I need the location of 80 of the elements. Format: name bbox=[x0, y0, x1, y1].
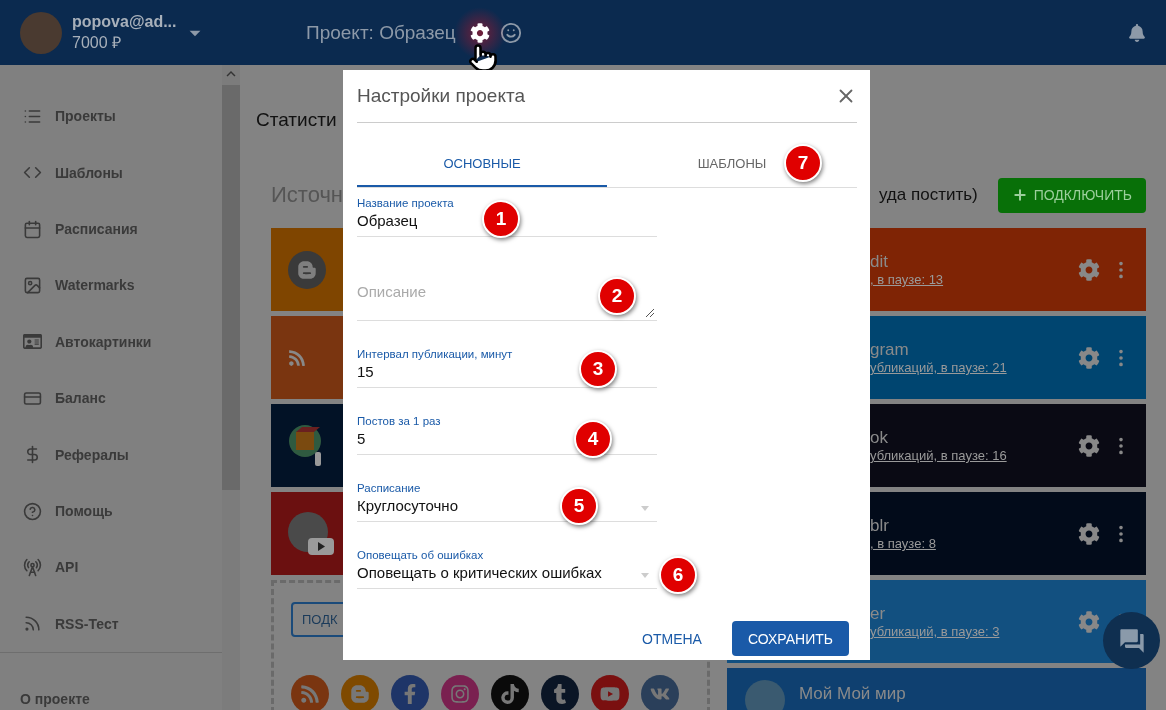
blogger-icon bbox=[288, 250, 326, 289]
help-icon bbox=[23, 501, 42, 521]
user-balance: 7000 ₽ bbox=[72, 32, 123, 53]
destination-title: gram bbox=[870, 340, 910, 360]
tab[interactable]: ОСНОВНЫЕ bbox=[357, 141, 607, 187]
input-field[interactable]: 15 bbox=[357, 361, 374, 383]
id-card-icon bbox=[23, 332, 42, 352]
avatar-with-video-badge-drawing bbox=[288, 511, 336, 556]
settings-icon[interactable] bbox=[1078, 434, 1100, 457]
settings-icon[interactable] bbox=[469, 22, 490, 43]
destination-title: dit bbox=[870, 252, 889, 272]
sidebar-item[interactable]: Баланс bbox=[0, 370, 222, 427]
field-label: Расписание bbox=[357, 481, 422, 495]
destination-title: er bbox=[870, 604, 887, 624]
face-icon[interactable] bbox=[499, 21, 522, 44]
save-button[interactable]: СОХРАНИТЬ bbox=[731, 621, 849, 656]
sidebar-item[interactable]: API bbox=[0, 539, 222, 596]
youtube-icon[interactable] bbox=[591, 675, 629, 710]
callout-number: 7 bbox=[784, 144, 822, 182]
connect-button[interactable]: ПОДКЛЮЧИТЬ bbox=[997, 177, 1146, 213]
sidebar-item[interactable]: Автокартинки bbox=[0, 313, 222, 371]
select-field[interactable]: Круглосуточно bbox=[357, 495, 458, 517]
sidebar-item[interactable]: Watermarks bbox=[0, 257, 222, 314]
plus-icon bbox=[1011, 187, 1028, 203]
blogger-icon[interactable] bbox=[341, 675, 379, 710]
textarea-field[interactable]: Описание 2 bbox=[357, 263, 657, 321]
destination-stats-link[interactable]: , в паузе: 13 bbox=[870, 272, 1078, 287]
destination-title: blr bbox=[870, 516, 890, 536]
sidebar-item[interactable]: Проекты bbox=[0, 88, 222, 145]
input-field[interactable]: Образец bbox=[357, 210, 418, 232]
field-label: Постов за 1 раз bbox=[357, 414, 442, 428]
tumblr-icon[interactable] bbox=[541, 675, 579, 710]
scrollbar-thumb[interactable] bbox=[222, 85, 240, 490]
callout-number: 3 bbox=[579, 350, 617, 388]
facebook-icon[interactable] bbox=[391, 675, 429, 710]
image-icon bbox=[23, 275, 42, 295]
destination-stats-link[interactable]: убликаций, в паузе: 21 bbox=[870, 360, 1078, 375]
settings-icon[interactable] bbox=[1078, 522, 1100, 545]
sidebar-item[interactable]: RSS-Тест bbox=[0, 595, 222, 653]
notification-bell-icon[interactable] bbox=[1128, 23, 1146, 42]
callout-number: 2 bbox=[598, 277, 636, 315]
instagram-icon[interactable] bbox=[441, 675, 479, 710]
chat-icon bbox=[1117, 626, 1146, 655]
channel-avatar bbox=[745, 680, 785, 710]
field-label: Название проекта bbox=[357, 196, 455, 210]
destination-stats-link[interactable]: , в паузе: 8 bbox=[870, 536, 1078, 551]
calendar-icon bbox=[23, 219, 42, 239]
callout-number: 1 bbox=[482, 200, 520, 238]
field-label: Интервал публикации, минут bbox=[357, 347, 514, 361]
scrollbar[interactable] bbox=[222, 65, 240, 710]
vk-icon[interactable] bbox=[641, 675, 679, 710]
resize-handle-icon[interactable] bbox=[645, 308, 655, 318]
project-title: Проект: Образец bbox=[306, 21, 456, 44]
destination-stats-link[interactable]: убликаций, в паузе: 16 bbox=[870, 448, 1078, 463]
callout-number: 5 bbox=[560, 487, 598, 525]
sidebar-item[interactable]: Расписания bbox=[0, 200, 222, 258]
sidebar-item[interactable]: Шаблоны bbox=[0, 144, 222, 201]
select-field[interactable]: Оповещать о критических ошибках bbox=[357, 562, 602, 584]
sidebar-item[interactable]: Рефералы bbox=[0, 426, 222, 483]
cancel-button[interactable]: ОТМЕНА bbox=[636, 629, 708, 648]
tiktok-icon[interactable] bbox=[491, 675, 529, 710]
user-email: popova@ad... bbox=[72, 12, 178, 31]
tab[interactable]: ШАБЛОНЫ 7 bbox=[607, 141, 857, 187]
rss-icon[interactable] bbox=[291, 675, 329, 710]
destination-stats-link[interactable]: убликаций, в паузе: 3 bbox=[870, 624, 1078, 639]
section-note: уда постить) bbox=[878, 185, 978, 205]
rss-icon bbox=[23, 614, 42, 634]
sidebar-item[interactable]: Помощь bbox=[0, 482, 222, 540]
destination-title: Мой Мой мир bbox=[799, 684, 906, 704]
destination-card[interactable]: Мой Мой мир bbox=[727, 668, 1146, 710]
field-label: Оповещать об ошибках bbox=[357, 548, 485, 562]
callout-number: 6 bbox=[659, 556, 697, 594]
chat-button[interactable] bbox=[1103, 612, 1160, 669]
radio-tower-icon bbox=[23, 557, 42, 577]
callout-number: 4 bbox=[574, 420, 612, 458]
page-heading: Статисти bbox=[256, 109, 338, 132]
dialog-title: Настройки проекта bbox=[357, 85, 525, 107]
rss-icon bbox=[288, 348, 306, 367]
destination-title: ok bbox=[870, 428, 889, 448]
input-field[interactable]: 5 bbox=[357, 428, 366, 450]
